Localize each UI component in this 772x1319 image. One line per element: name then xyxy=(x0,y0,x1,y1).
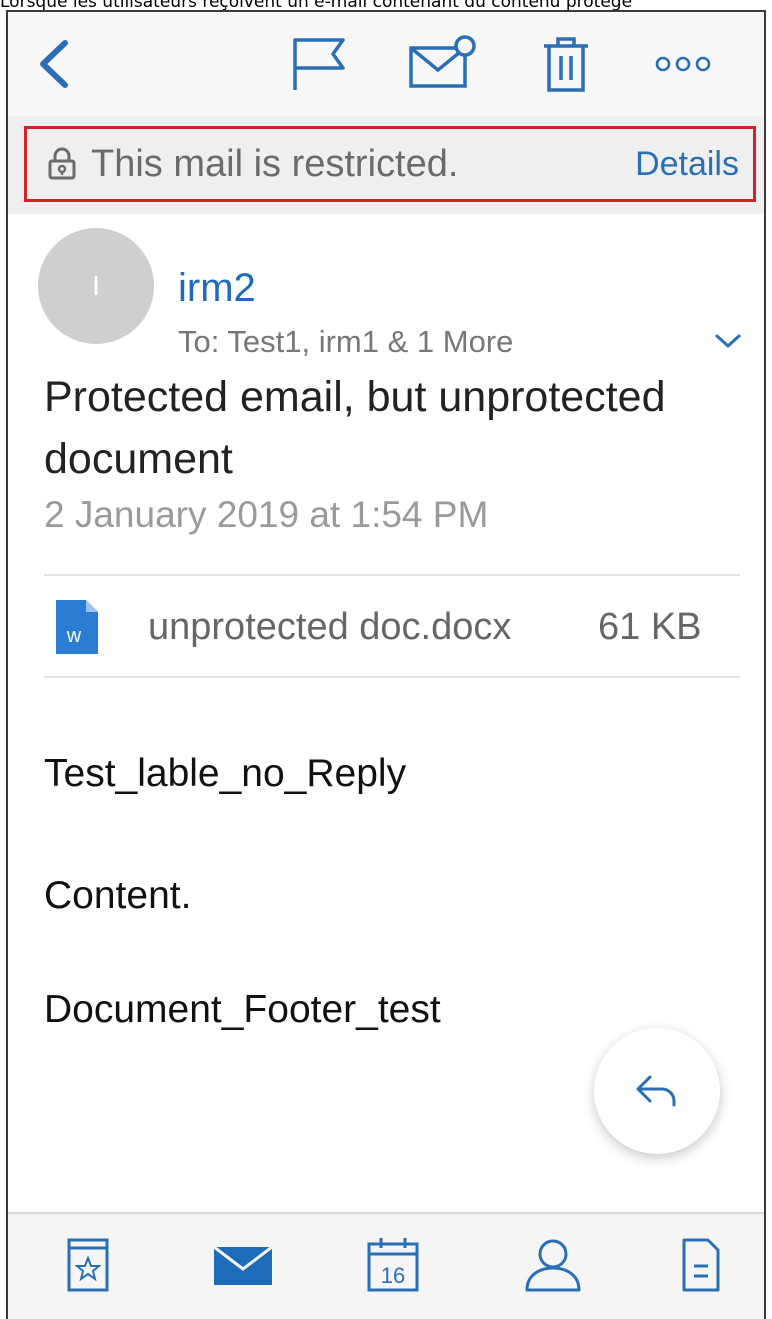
body-line: Content. xyxy=(44,874,192,917)
tab-contacts[interactable] xyxy=(518,1232,588,1298)
reply-button[interactable] xyxy=(594,1028,720,1154)
body-line: Document_Footer_test xyxy=(44,988,441,1031)
recipients: To: Test1, irm1 & 1 More xyxy=(178,324,514,359)
restriction-text: This mail is restricted. xyxy=(91,142,459,185)
restriction-notice: This mail is restricted. Details xyxy=(24,126,756,202)
word-document-icon: w xyxy=(56,600,98,654)
body-line: Test_lable_no_Reply xyxy=(44,752,407,795)
flag-icon xyxy=(293,38,345,90)
chevron-left-icon xyxy=(40,40,68,88)
flag-button[interactable] xyxy=(284,34,354,94)
tab-bar: 16 xyxy=(8,1212,764,1319)
more-button[interactable] xyxy=(648,34,718,94)
tab-favorites[interactable] xyxy=(58,1232,118,1298)
mail-unread-icon xyxy=(409,35,476,88)
chevron-down-icon xyxy=(715,334,741,348)
attachment-name[interactable]: unprotected doc.docx xyxy=(148,606,511,649)
message-toolbar xyxy=(8,12,764,116)
tab-files[interactable] xyxy=(676,1232,726,1298)
phone-screen: This mail is restricted. Details I irm2 … xyxy=(6,10,766,1319)
reply-icon xyxy=(636,1075,676,1107)
avatar-initial: I xyxy=(92,270,100,301)
calendar-day: 16 xyxy=(381,1263,405,1288)
more-icon xyxy=(655,56,711,72)
files-icon xyxy=(682,1238,720,1292)
restriction-banner: This mail is restricted. Details xyxy=(8,116,764,214)
tab-calendar[interactable]: 16 xyxy=(363,1232,423,1298)
divider xyxy=(44,676,740,678)
page-caption: Lorsque les utilisateurs reçoivent un e-… xyxy=(0,0,633,10)
favorites-icon xyxy=(67,1238,109,1292)
word-letter: w xyxy=(66,625,82,647)
lock-icon xyxy=(48,147,76,180)
back-button[interactable] xyxy=(26,34,82,94)
attachment-size: 61 KB xyxy=(598,606,702,648)
tab-mail[interactable] xyxy=(208,1232,278,1298)
calendar-icon: 16 xyxy=(367,1238,419,1292)
message-date: 2 January 2019 at 1:54 PM xyxy=(44,494,489,535)
details-link[interactable]: Details xyxy=(635,145,739,184)
delete-button[interactable] xyxy=(536,34,596,94)
mark-unread-button[interactable] xyxy=(406,34,480,94)
mail-icon xyxy=(213,1245,273,1285)
expand-recipients-button[interactable] xyxy=(714,332,742,355)
divider xyxy=(44,574,740,576)
message-subject: Protected email, but unprotected documen… xyxy=(44,373,666,483)
avatar[interactable]: I xyxy=(38,228,154,344)
trash-icon xyxy=(544,37,588,92)
contacts-icon xyxy=(525,1239,581,1292)
sender-name[interactable]: irm2 xyxy=(178,266,256,311)
attachment-item[interactable]: w xyxy=(52,596,102,663)
